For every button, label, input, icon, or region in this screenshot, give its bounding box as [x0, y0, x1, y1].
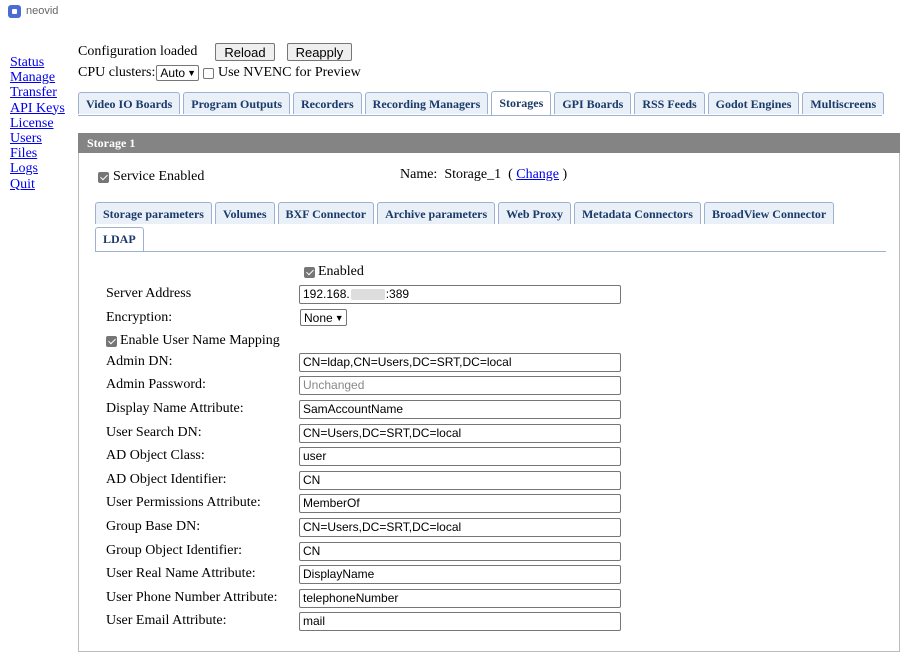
user-name-mapping-label: Enable User Name Mapping	[120, 333, 280, 348]
user-real-name-attribute-label: User Real Name Attribute:	[106, 566, 256, 581]
change-name-link[interactable]: Change	[516, 167, 559, 182]
server-address-suffix: :389	[385, 287, 410, 301]
tab-multiscreens[interactable]: Multiscreens	[802, 92, 885, 114]
user-permissions-attribute-label: User Permissions Attribute:	[106, 495, 261, 510]
nav-link-files[interactable]: Files	[10, 146, 80, 161]
group-object-identifier-input[interactable]: CN	[299, 542, 621, 561]
server-address-prefix: 192.168.	[303, 287, 350, 301]
server-address-input[interactable]: 192.168. :389	[299, 285, 621, 304]
config-status-row: Configuration loaded Reload Reapply	[78, 43, 353, 61]
nav-link-transfer[interactable]: Transfer	[10, 85, 80, 100]
tab-recording-managers[interactable]: Recording Managers	[364, 92, 489, 114]
service-enabled-label: Service Enabled	[113, 169, 205, 184]
cpu-row: CPU clusters: Auto ▼ Use NVENC for Previ…	[78, 65, 361, 81]
cpu-clusters-label: CPU clusters:	[78, 65, 156, 80]
encryption-value: None	[304, 310, 333, 325]
tab-storages[interactable]: Storages	[491, 91, 552, 115]
app-titlebar: neovid	[8, 2, 58, 20]
user-phone-number-attribute-input[interactable]: telephoneNumber	[299, 589, 621, 608]
nvenc-label: Use NVENC for Preview	[218, 65, 361, 80]
display-name-attribute-input[interactable]: SamAccountName	[299, 400, 621, 419]
tab-rss-feeds[interactable]: RSS Feeds	[634, 92, 705, 114]
tab-program-outputs[interactable]: Program Outputs	[183, 92, 291, 114]
tab-broadview-connector[interactable]: BroadView Connector	[703, 202, 835, 224]
nav-link-api-keys[interactable]: API Keys	[10, 101, 80, 116]
tab-gpi-boards[interactable]: GPI Boards	[554, 92, 632, 114]
server-address-label: Server Address	[106, 286, 192, 301]
nav-link-license[interactable]: License	[10, 116, 80, 131]
nav-link-logs[interactable]: Logs	[10, 161, 80, 176]
service-enabled-checkbox[interactable]	[98, 171, 109, 183]
tab-volumes[interactable]: Volumes	[214, 202, 275, 224]
tab-storage-parameters[interactable]: Storage parameters	[95, 202, 212, 224]
nav-link-users[interactable]: Users	[10, 131, 80, 146]
ad-object-class-input[interactable]: user	[299, 447, 621, 466]
group-base-dn-label: Group Base DN:	[106, 519, 201, 534]
encryption-select[interactable]: None ▼	[300, 309, 347, 326]
tab-archive-parameters[interactable]: Archive parameters	[377, 202, 496, 224]
ad-object-identifier-label: AD Object Identifier:	[106, 472, 227, 487]
group-object-identifier-label: Group Object Identifier:	[106, 543, 243, 558]
storage-sub-tabs-row2: LDAP	[95, 227, 147, 251]
admin-dn-input[interactable]: CN=ldap,CN=Users,DC=SRT,DC=local	[299, 353, 621, 372]
nav-link-status[interactable]: Status	[10, 55, 80, 70]
user-email-attribute-input[interactable]: mail	[299, 612, 621, 631]
sub-tabs-divider	[95, 251, 886, 252]
display-name-attribute-label: Display Name Attribute:	[106, 401, 244, 416]
tab-bxf-connector[interactable]: BXF Connector	[277, 202, 375, 224]
user-search-dn-input[interactable]: CN=Users,DC=SRT,DC=local	[299, 424, 621, 443]
storage-panel-title: Storage 1	[78, 133, 900, 153]
storage-name-row: Name: Storage_1 ( Change )	[400, 167, 567, 183]
service-enabled-row: Service Enabled	[98, 169, 204, 185]
app-logo-icon	[8, 4, 21, 18]
encryption-label: Encryption:	[106, 310, 173, 325]
redacted-block	[350, 289, 385, 301]
cpu-clusters-value: Auto	[160, 66, 186, 80]
admin-password-input[interactable]: Unchanged	[299, 376, 621, 395]
tab-ldap[interactable]: LDAP	[95, 227, 144, 251]
ad-object-identifier-input[interactable]: CN	[299, 471, 621, 490]
admin-dn-label: Admin DN:	[106, 354, 173, 369]
main-tabs: Video IO Boards Program Outputs Recorder…	[78, 91, 887, 115]
user-email-attribute-label: User Email Attribute:	[106, 613, 227, 628]
storage-name-text: Name: Storage_1 (	[400, 167, 513, 182]
nav-link-quit[interactable]: Quit	[10, 177, 80, 192]
user-permissions-attribute-input[interactable]: MemberOf	[299, 494, 621, 513]
user-real-name-attribute-input[interactable]: DisplayName	[299, 565, 621, 584]
ldap-enabled-row: Enabled	[304, 264, 364, 280]
reapply-button[interactable]: Reapply	[286, 43, 353, 61]
reload-button[interactable]: Reload	[215, 43, 275, 61]
nvenc-checkbox[interactable]	[203, 67, 214, 79]
chevron-down-icon: ▼	[187, 68, 196, 78]
ad-object-class-label: AD Object Class:	[106, 448, 205, 463]
app-name: neovid	[26, 5, 59, 17]
left-nav: Status Manage Transfer API Keys License …	[10, 55, 80, 192]
tab-metadata-connectors[interactable]: Metadata Connectors	[573, 202, 701, 224]
ldap-enabled-label: Enabled	[318, 264, 364, 279]
user-phone-number-attribute-label: User Phone Number Attribute:	[106, 590, 278, 605]
tab-web-proxy[interactable]: Web Proxy	[498, 202, 571, 224]
admin-password-label: Admin Password:	[106, 377, 206, 392]
config-status-text: Configuration loaded	[78, 44, 198, 59]
storage-sub-tabs: Storage parameters Volumes BXF Connector…	[95, 202, 837, 224]
ldap-enabled-checkbox[interactable]	[304, 266, 315, 278]
storage-name-suffix: )	[562, 167, 568, 182]
tab-recorders[interactable]: Recorders	[293, 92, 362, 114]
group-base-dn-input[interactable]: CN=Users,DC=SRT,DC=local	[299, 518, 621, 537]
tab-video-io-boards[interactable]: Video IO Boards	[78, 92, 181, 114]
nav-link-manage[interactable]: Manage	[10, 70, 80, 85]
main-tabs-divider	[78, 115, 882, 116]
user-search-dn-label: User Search DN:	[106, 425, 202, 440]
cpu-clusters-select[interactable]: Auto ▼	[156, 65, 199, 81]
user-name-mapping-checkbox[interactable]	[106, 335, 117, 347]
chevron-down-icon: ▼	[334, 312, 344, 323]
user-name-mapping-row: Enable User Name Mapping	[106, 333, 280, 349]
tab-godot-engines[interactable]: Godot Engines	[707, 92, 800, 114]
